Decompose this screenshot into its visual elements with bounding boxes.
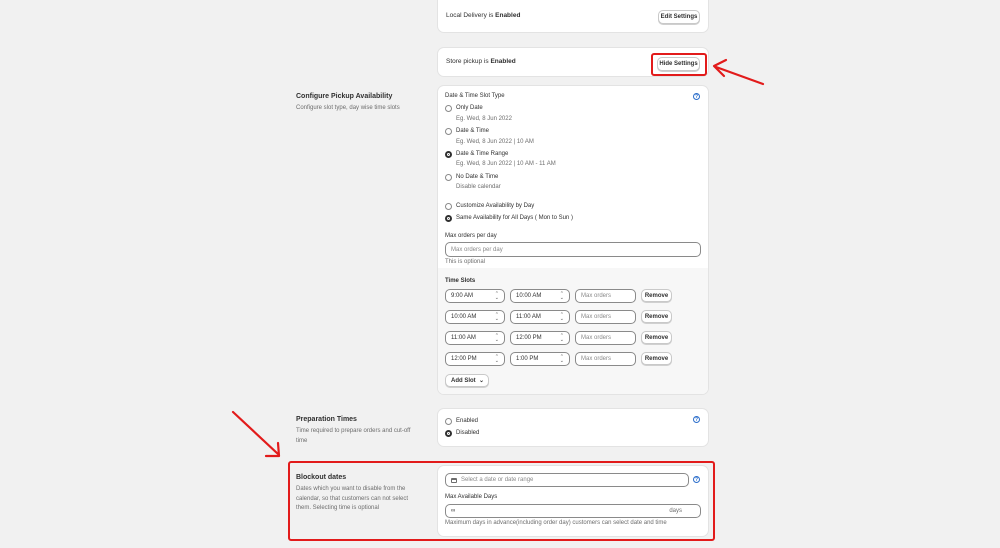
annotation-arrow-down <box>231 410 281 458</box>
slot-start-select[interactable]: 12:00 PM ⌃ ⌄ <box>445 352 505 366</box>
radio-same-all-days[interactable] <box>445 215 452 222</box>
option-date-time-range-hint: Eg. Wed, 8 Jun 2022 | 10 AM - 11 AM <box>456 161 556 167</box>
remove-slot-button[interactable]: Remove <box>641 289 672 302</box>
configure-title: Configure Pickup Availability <box>296 93 393 100</box>
calendar-icon <box>451 477 457 483</box>
slot-end-select[interactable]: 10:00 AM ⌃ ⌄ <box>510 289 570 303</box>
help-icon[interactable]: ? <box>693 476 700 483</box>
add-slot-button[interactable]: Add Slot ⌄ <box>445 374 489 387</box>
annotation-arrow-right <box>712 58 765 86</box>
local-delivery-card: Local Delivery is Enabled Edit Settings <box>438 0 708 32</box>
select-arrows-icon: ⌃ ⌄ <box>559 333 564 343</box>
remove-slot-button[interactable]: Remove <box>641 331 672 344</box>
remove-slot-button[interactable]: Remove <box>641 310 672 323</box>
slot-max-orders-input[interactable]: Max orders <box>575 352 636 366</box>
preparation-enabled-label: Enabled <box>456 418 479 424</box>
select-arrows-icon: ⌃ ⌄ <box>494 312 499 322</box>
help-icon[interactable]: ? <box>693 93 700 100</box>
configure-desc: Configure slot type, day wise time slots <box>296 105 400 111</box>
option-date-time-hint: Eg. Wed, 8 Jun 2022 | 10 AM <box>456 139 534 145</box>
option-date-time-label: Date & Time <box>456 128 490 134</box>
slot-max-orders-input[interactable]: Max orders <box>575 310 636 324</box>
select-arrows-icon: ⌃ ⌄ <box>494 354 499 364</box>
same-all-days-label: Same Availability for All Days ( Mon to … <box>456 215 573 221</box>
slot-end-select[interactable]: 12:00 PM ⌃ ⌄ <box>510 331 570 345</box>
option-no-date-time-hint: Disable calendar <box>456 184 501 190</box>
blockout-title: Blockout dates <box>296 474 347 481</box>
radio-date-time-range[interactable] <box>445 151 452 158</box>
slot-end-select[interactable]: 1:00 PM ⌃ ⌄ <box>510 352 570 366</box>
select-arrows-icon: ⌃ ⌄ <box>494 333 499 343</box>
radio-customize-by-day[interactable] <box>445 203 452 210</box>
select-arrows-icon: ⌃ ⌄ <box>559 354 564 364</box>
customize-by-day-label: Customize Availability by Day <box>456 203 535 209</box>
blockout-date-input[interactable]: Select a date or date range <box>445 473 689 487</box>
max-orders-hint: This is optional <box>445 259 486 265</box>
slot-max-orders-input[interactable]: Max orders <box>575 331 636 345</box>
max-days-label: Max Available Days <box>445 494 498 500</box>
store-pickup-status: Store pickup is Enabled <box>446 58 516 65</box>
local-delivery-status: Local Delivery is Enabled <box>446 12 521 19</box>
option-date-time-range-label: Date & Time Range <box>456 151 509 157</box>
max-days-hint: Maximum days in advance(including order … <box>445 520 667 526</box>
time-slots-title: Time Slots <box>445 278 476 284</box>
help-icon[interactable]: ? <box>693 416 700 423</box>
radio-only-date[interactable] <box>445 105 452 112</box>
hide-settings-highlight <box>651 53 707 76</box>
radio-date-time[interactable] <box>445 128 452 135</box>
slot-start-select[interactable]: 9:00 AM ⌃ ⌄ <box>445 289 505 303</box>
preparation-card <box>438 409 708 446</box>
option-only-date-label: Only Date <box>456 105 483 111</box>
slot-start-select[interactable]: 10:00 AM ⌃ ⌄ <box>445 310 505 324</box>
slot-start-select[interactable]: 11:00 AM ⌃ ⌄ <box>445 331 505 345</box>
slot-end-select[interactable]: 11:00 AM ⌃ ⌄ <box>510 310 570 324</box>
remove-slot-button[interactable]: Remove <box>641 352 672 365</box>
chevron-down-icon: ⌄ <box>478 378 484 384</box>
edit-settings-button[interactable]: Edit Settings <box>658 10 700 24</box>
max-days-input[interactable]: ∞ days <box>445 504 701 518</box>
radio-preparation-disabled[interactable] <box>445 430 452 437</box>
select-arrows-icon: ⌃ ⌄ <box>494 291 499 301</box>
slot-type-label: Date & Time Slot Type <box>445 93 505 99</box>
preparation-title: Preparation Times <box>296 416 357 423</box>
radio-no-date-time[interactable] <box>445 174 452 181</box>
radio-preparation-enabled[interactable] <box>445 418 452 425</box>
option-only-date-hint: Eg. Wed, 8 Jun 2022 <box>456 116 512 122</box>
max-orders-label: Max orders per day <box>445 233 497 239</box>
max-orders-input[interactable]: Max orders per day <box>445 242 701 257</box>
slot-max-orders-input[interactable]: Max orders <box>575 289 636 303</box>
select-arrows-icon: ⌃ ⌄ <box>559 291 564 301</box>
preparation-desc: Time required to prepare orders and cut-… <box>296 428 411 444</box>
preparation-disabled-label: Disabled <box>456 430 480 436</box>
option-no-date-time-label: No Date & Time <box>456 174 499 180</box>
select-arrows-icon: ⌃ ⌄ <box>559 312 564 322</box>
blockout-desc: Dates which you want to disable from the… <box>296 486 409 511</box>
